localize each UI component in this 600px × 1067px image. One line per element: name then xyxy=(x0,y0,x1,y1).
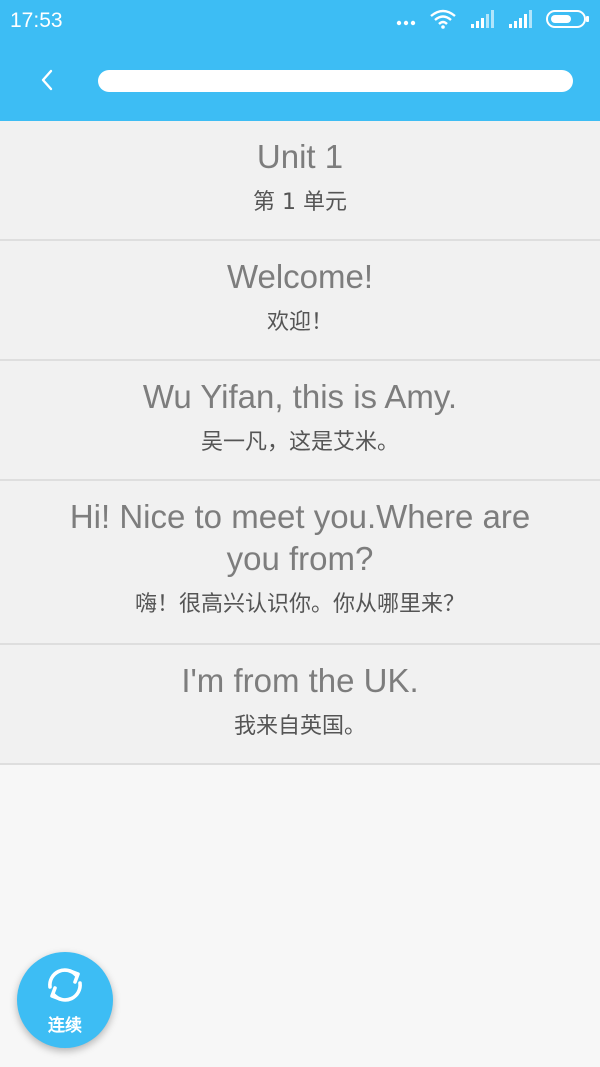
sentence-chinese: 我来自英国。 xyxy=(233,714,366,739)
status-icons xyxy=(382,8,590,34)
sentence-english: I'm from the UK. xyxy=(181,662,419,699)
fab-label: 连续 xyxy=(48,1015,82,1036)
chevron-left-icon xyxy=(38,68,56,96)
page-title xyxy=(98,70,573,92)
sentence-chinese: 嗨！很高兴认识你。你从哪里来？ xyxy=(134,592,465,617)
sentence-english: Welcome! xyxy=(226,258,374,295)
list-item[interactable]: Welcome! 欢迎！ xyxy=(0,241,600,361)
status-bar: 17:53 xyxy=(0,0,600,42)
more-dots-icon xyxy=(396,12,416,31)
refresh-icon xyxy=(43,965,87,1009)
sentence-english: Hi! Nice to meet you.Where are you from? xyxy=(69,498,531,577)
back-button[interactable] xyxy=(22,58,72,106)
signal-icon xyxy=(470,10,494,32)
sentence-chinese: 第 1 单元 xyxy=(253,190,347,215)
signal-icon xyxy=(508,10,532,32)
list-item[interactable]: Unit 1 第 1 单元 xyxy=(0,121,600,241)
continuous-play-button[interactable]: 连续 xyxy=(17,952,113,1048)
list-item[interactable]: Hi! Nice to meet you.Where are you from?… xyxy=(0,481,600,645)
sentence-english: Unit 1 xyxy=(256,138,344,175)
status-time: 17:53 xyxy=(10,9,63,32)
app-bar xyxy=(0,42,600,121)
sentence-english: Wu Yifan, this is Amy. xyxy=(142,378,458,415)
sentence-list: Unit 1 第 1 单元 Welcome! 欢迎！ Wu Yifan, thi… xyxy=(0,121,600,765)
battery-icon xyxy=(546,9,590,33)
list-item[interactable]: I'm from the UK. 我来自英国。 xyxy=(0,645,600,765)
wifi-icon xyxy=(430,9,456,33)
sentence-chinese: 欢迎！ xyxy=(266,310,333,335)
list-item[interactable]: Wu Yifan, this is Amy. 吴一凡，这是艾米。 xyxy=(0,361,600,481)
sentence-chinese: 吴一凡，这是艾米。 xyxy=(200,430,399,455)
